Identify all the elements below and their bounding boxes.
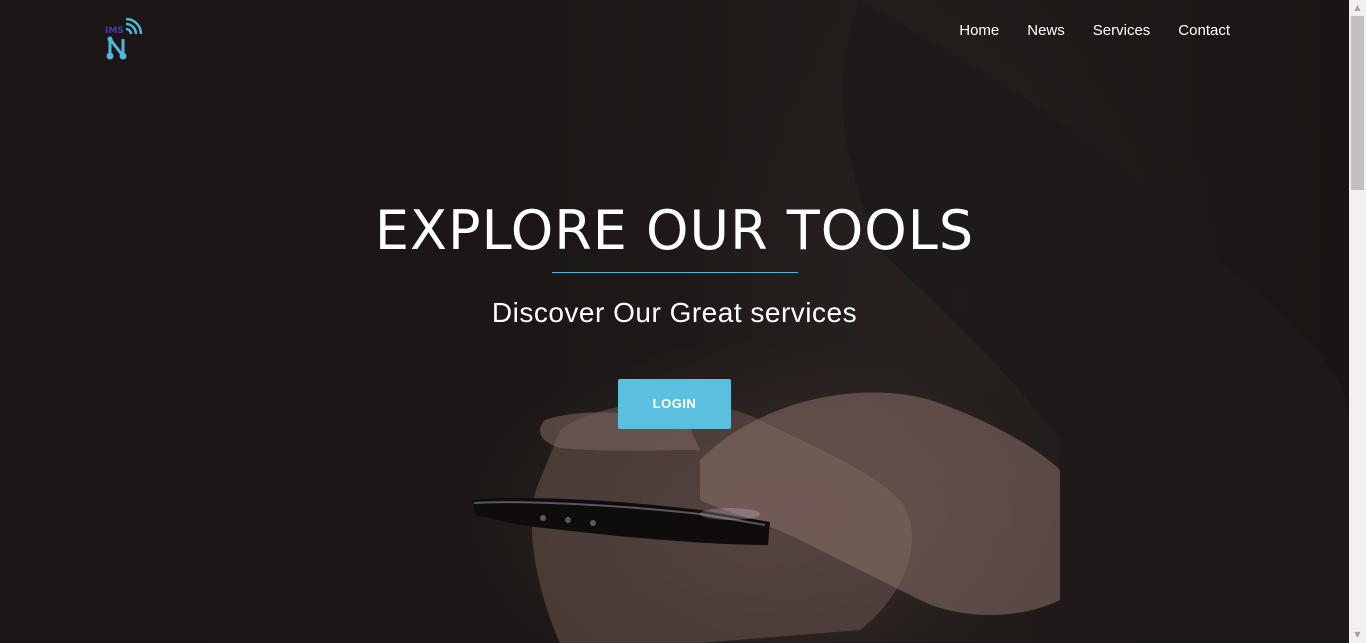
wifi-network-logo-icon[interactable]: IMS bbox=[104, 18, 148, 62]
hero-title: EXPLORE OUR TOOLS bbox=[374, 199, 975, 262]
page-viewport: IMS Home News Services Contact EXPLORE O… bbox=[0, 0, 1349, 643]
scrollbar-thumb[interactable] bbox=[1351, 16, 1364, 190]
hero-subtitle: Discover Our Great services bbox=[491, 297, 858, 328]
nav-link-contact[interactable]: Contact bbox=[1178, 22, 1230, 39]
nav-link-home[interactable]: Home bbox=[959, 22, 999, 39]
scroll-down-arrow-icon[interactable]: ▼ bbox=[1349, 627, 1366, 643]
logo-text: IMS bbox=[105, 26, 124, 36]
nav-link-services[interactable]: Services bbox=[1093, 22, 1151, 39]
main-navigation: Home News Services Contact bbox=[959, 22, 1230, 39]
nav-link-news[interactable]: News bbox=[1027, 22, 1065, 39]
hero-section: EXPLORE OUR TOOLS Discover Our Great ser… bbox=[0, 198, 1349, 429]
hero-divider bbox=[551, 272, 798, 273]
scroll-up-arrow-icon[interactable]: ▲ bbox=[1349, 0, 1366, 16]
login-button[interactable]: LOGIN bbox=[618, 379, 731, 429]
vertical-scrollbar[interactable]: ▲ ▼ bbox=[1349, 0, 1366, 643]
